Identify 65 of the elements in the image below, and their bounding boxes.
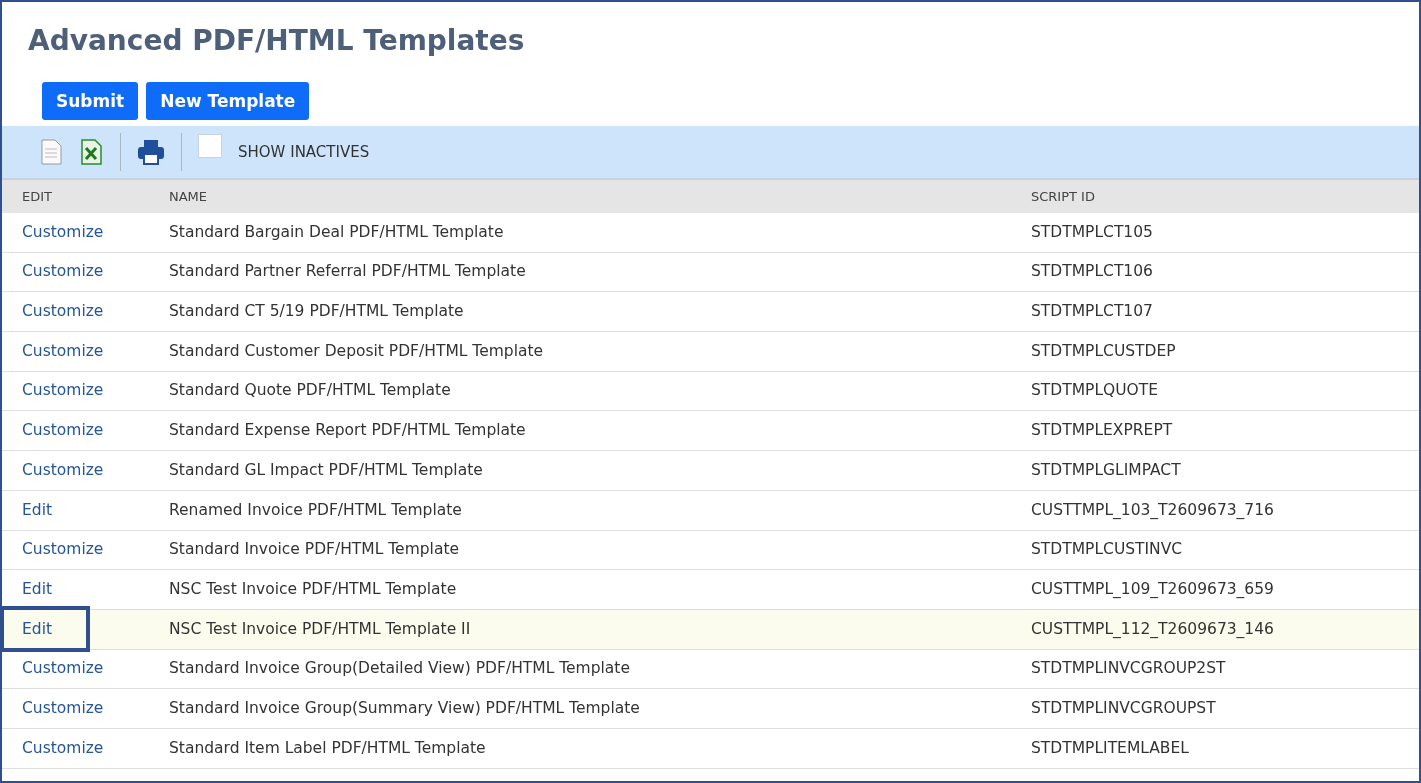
edit-link[interactable]: Edit: [22, 579, 53, 598]
edit-link[interactable]: Customize: [22, 341, 104, 360]
column-header[interactable]: EDIT: [22, 188, 52, 204]
table-row[interactable]: Customize Standard Invoice Group(Detailed View) PDF/HTML Template STDTMPLINVCGROUP2ST: [2, 649, 1419, 690]
page-title: Advanced PDF/HTML Templates: [27, 23, 526, 59]
show-inactives-checkbox[interactable]: [198, 134, 222, 158]
template-name: Standard Quote PDF/HTML Template: [169, 381, 451, 400]
column-header[interactable]: SCRIPT ID: [1031, 188, 1095, 204]
template-name: NSC Test Invoice PDF/HTML Template: [169, 579, 457, 598]
script-id: CUSTTMPL_112_T2609673_146: [1031, 619, 1274, 638]
table-row[interactable]: Customize Standard CT 5/19 PDF/HTML Template STDTMPLCT107: [2, 292, 1419, 333]
script-id: CUSTTMPL_103_T2609673_716: [1031, 500, 1274, 519]
script-id: STDTMPLGLIMPACT: [1031, 460, 1181, 479]
table-row[interactable]: Customize Standard Expense Report PDF/HTML Template STDTMPLEXPREPT: [2, 411, 1419, 452]
template-name: Standard GL Impact PDF/HTML Template: [169, 460, 483, 479]
edit-link[interactable]: Customize: [22, 738, 104, 757]
spreadsheet-icon[interactable]: [80, 139, 104, 165]
script-id: STDTMPLQUOTE: [1031, 381, 1159, 400]
template-name: NSC Test Invoice PDF/HTML Template II: [169, 619, 471, 638]
table-row[interactable]: Edit Renamed Invoice PDF/HTML Template CUSTTMPL_103_T2609673_716: [2, 490, 1419, 531]
script-id: STDTMPLCUSTDEP: [1031, 341, 1176, 360]
edit-link[interactable]: Customize: [22, 421, 104, 440]
edit-link[interactable]: Edit: [22, 500, 53, 519]
template-name: Standard CT 5/19 PDF/HTML Template: [169, 302, 464, 321]
template-name: Renamed Invoice PDF/HTML Template: [169, 500, 462, 519]
script-id: STDTMPLCT106: [1031, 262, 1153, 281]
table-row[interactable]: Customize Standard Invoice Group(Summary View) PDF/HTML Template STDTMPLINVCGROUPST: [2, 689, 1419, 729]
script-id: STDTMPLCT105: [1031, 222, 1153, 241]
table-row[interactable]: Customize Standard Customer Deposit PDF/HTML Template STDTMPLCUSTDEP: [2, 332, 1419, 372]
new-template-button[interactable]: New Template: [146, 82, 310, 120]
template-name: Standard Customer Deposit PDF/HTML Template: [169, 341, 544, 360]
edit-link[interactable]: Customize: [22, 659, 104, 678]
script-id: STDTMPLEXPREPT: [1031, 421, 1173, 440]
table-row[interactable]: Customize Standard Partner Referral PDF/HTML Template STDTMPLCT106: [2, 252, 1419, 293]
table-row[interactable]: Customize Standard Item Label PDF/HTML Template STDTMPLITEMLABEL: [2, 728, 1419, 769]
table-row[interactable]: Customize Standard Bargain Deal PDF/HTML Template STDTMPLCT105: [2, 213, 1419, 253]
submit-button[interactable]: Submit: [42, 82, 139, 120]
edit-link[interactable]: Customize: [22, 698, 104, 717]
script-id: STDTMPLITEMLABEL: [1031, 738, 1189, 757]
edit-link[interactable]: Customize: [22, 302, 104, 321]
template-name: Standard Partner Referral PDF/HTML Template: [169, 262, 526, 281]
template-name: Standard Expense Report PDF/HTML Template: [169, 421, 526, 440]
edit-link[interactable]: Customize: [22, 381, 104, 400]
column-header[interactable]: NAME: [169, 188, 208, 204]
script-id: STDTMPLCUSTINVC: [1031, 540, 1183, 559]
edit-link[interactable]: Customize: [22, 540, 104, 559]
table-row[interactable]: Customize Standard GL Impact PDF/HTML Template STDTMPLGLIMPACT: [2, 451, 1419, 491]
edit-link[interactable]: Customize: [22, 262, 104, 281]
print-icon[interactable]: [137, 139, 165, 165]
template-name: Standard Invoice Group(Detailed View) PDF/HTML Template: [169, 659, 630, 678]
table-row[interactable]: Edit NSC Test Invoice PDF/HTML Template CUSTTMPL_109_T2609673_659: [2, 570, 1419, 610]
script-id: STDTMPLINVCGROUP2ST: [1031, 659, 1226, 678]
table-row[interactable]: Edit NSC Test Invoice PDF/HTML Template II CUSTTMPL_112_T2609673_146: [2, 609, 1419, 650]
script-id: STDTMPLCT107: [1031, 302, 1153, 321]
table-row[interactable]: Customize Standard Invoice PDF/HTML Template STDTMPLCUSTINVC: [2, 530, 1419, 571]
table-row[interactable]: Customize Standard Quote PDF/HTML Template STDTMPLQUOTE: [2, 371, 1419, 412]
edit-link[interactable]: Customize: [22, 460, 104, 479]
template-name: Standard Item Label PDF/HTML Template: [169, 738, 486, 757]
script-id: STDTMPLINVCGROUPST: [1031, 698, 1216, 717]
script-id: CUSTTMPL_109_T2609673_659: [1031, 579, 1274, 598]
template-name: Standard Invoice PDF/HTML Template: [169, 540, 459, 559]
edit-link[interactable]: Customize: [22, 222, 104, 241]
template-name: Standard Bargain Deal PDF/HTML Template: [169, 222, 504, 241]
show-inactives-label: SHOW INACTIVES: [238, 141, 370, 163]
template-name: Standard Invoice Group(Summary View) PDF/HTML Template: [169, 698, 640, 717]
